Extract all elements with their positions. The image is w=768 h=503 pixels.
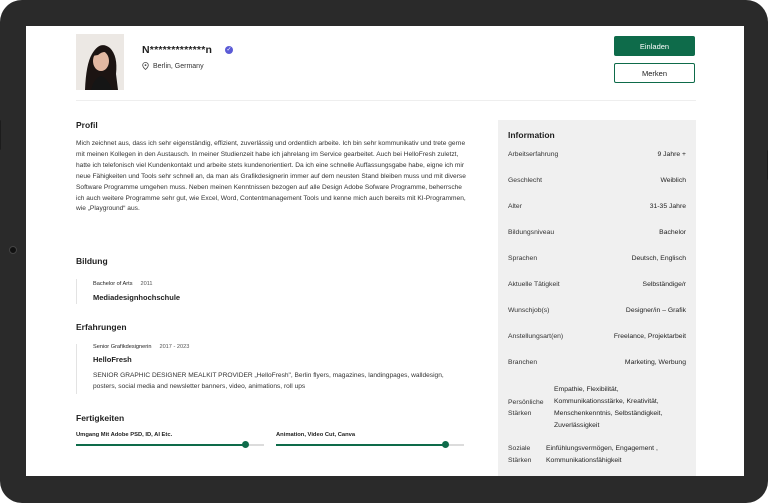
info-row-strengths: Persönliche Stärken Empathie, Flexibilit… [498,384,696,434]
skill-slider [276,441,464,448]
info-row: Arbeitserfahrung 9 Jahre + [498,151,696,176]
info-row: Anstellungsart(en) Freelance, Projektarb… [498,333,696,358]
fertigkeiten-heading: Fertigkeiten [76,413,125,423]
info-row: Branchen Marketing, Werbung [498,359,696,384]
experience-company: HelloFresh [93,355,132,364]
divider [76,100,696,101]
screen: N*************n ✓ Berlin, Germany Einlad… [26,26,744,476]
profil-heading: Profil [76,120,98,130]
education-school: Mediadesignhochschule [93,293,181,302]
info-label: Sprachen [508,255,538,262]
role-dates: 2017 - 2023 [159,344,190,350]
info-value: Bachelor [659,229,686,236]
bildung-heading: Bildung [76,256,108,266]
skill-label: Umgang Mit Adobe PSD, ID, AI Etc. [76,432,173,438]
education-degree: Bachelor of Arts 2011 [93,281,153,287]
camera-icon [9,246,17,254]
info-value: Empathie, Flexibilität, Kommunikationsst… [554,386,663,429]
profil-text: Mich zeichnet aus, dass ich sehr eigenst… [76,140,466,213]
bookmark-button[interactable]: Merken [614,63,695,83]
skill-fill [76,444,246,446]
info-value: Einfühlungsvermögen, Engagement , Kommun… [546,445,658,464]
info-value: Selbständige/r [642,281,686,288]
information-panel: Information Arbeitserfahrung 9 Jahre + G… [498,120,696,476]
information-title: Information [508,130,555,140]
info-row: Wunschjob(s) Designer/in – Grafik [498,307,696,332]
invite-button[interactable]: Einladen [614,36,695,56]
info-value: 9 Jahre + [657,151,686,158]
skill-knob [442,441,450,448]
info-value: Marketing, Werbung [624,359,686,366]
info-label: Bildungsniveau [508,229,555,236]
info-label: Branchen [508,359,538,366]
info-label: Soziale Stärken [508,445,532,464]
info-value: Deutsch, Englisch [631,255,686,262]
info-row: Geschlecht Weiblich [498,177,696,202]
info-row: Alter 31-35 Jahre [498,203,696,228]
location-text: Berlin, Germany [153,62,204,70]
skill-knob [242,441,250,448]
skill-label: Animation, Video Cut, Canva [276,432,356,438]
info-label: Aktuelle Tätigkeit [508,281,560,288]
experience-description: SENIOR GRAPHIC DESIGNER MEALKIT PROVIDER… [93,372,444,390]
info-value: Designer/in – Grafik [625,307,686,314]
info-row-social: Soziale Stärken Einfühlungsvermögen, Eng… [498,443,696,473]
avatar [76,34,124,90]
skill-fill [276,444,446,446]
info-label: Alter [508,203,522,210]
location: Berlin, Germany [142,62,204,70]
timeline-line [76,279,77,304]
info-row: Bildungsniveau Bachelor [498,229,696,254]
tablet-frame: N*************n ✓ Berlin, Germany Einlad… [0,0,768,503]
skill-slider [76,441,264,448]
erfahrungen-heading: Erfahrungen [76,322,127,332]
info-value: Weiblich [660,177,686,184]
timeline-line [76,344,77,394]
info-value: Freelance, Projektarbeit [613,333,686,340]
info-label: Anstellungsart(en) [508,333,564,340]
info-label: Persönliche Stärken [508,399,544,417]
role-text: Senior Grafikdesignerin [93,344,152,350]
info-row: Sprachen Deutsch, Englisch [498,255,696,280]
candidate-name: N*************n [142,44,213,56]
side-button [0,120,1,150]
verified-badge-icon: ✓ [225,46,233,54]
experience-role: Senior Grafikdesignerin 2017 - 2023 [93,344,189,350]
info-label: Wunschjob(s) [508,307,550,314]
info-value: 31-35 Jahre [649,203,686,210]
info-label: Arbeitserfahrung [508,151,559,158]
location-pin-icon [142,62,149,70]
degree-text: Bachelor of Arts [93,281,133,287]
info-label: Geschlecht [508,177,543,184]
degree-year: 2011 [140,281,153,287]
info-row: Aktuelle Tätigkeit Selbständige/r [498,281,696,306]
